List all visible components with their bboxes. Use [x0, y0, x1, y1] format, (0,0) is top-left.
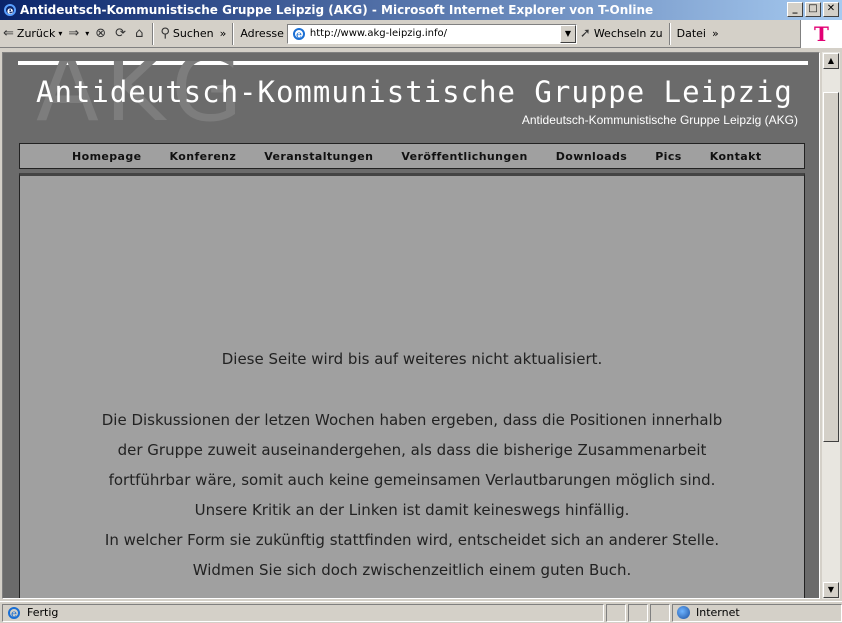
- content-line: der Gruppe zuweit auseinandergehen, als …: [117, 441, 707, 459]
- toolbar-separator: [152, 22, 155, 45]
- nav-downloads[interactable]: Downloads: [556, 150, 627, 163]
- go-label: Wechseln zu: [593, 27, 663, 40]
- minimize-button[interactable]: _: [787, 2, 803, 17]
- status-bar: e Fertig Internet: [0, 601, 842, 623]
- menu-chevron[interactable]: »: [709, 22, 722, 46]
- maximize-button[interactable]: □: [805, 2, 821, 17]
- page-status-icon: e: [8, 606, 20, 620]
- window-titlebar: e Antideutsch-Kommunistische Gruppe Leip…: [0, 0, 842, 20]
- back-label: Zurück: [16, 27, 56, 40]
- content-panel: Diese Seite wird bis auf weiteres nicht …: [19, 173, 805, 598]
- address-dropdown-icon[interactable]: ▼: [559, 24, 576, 43]
- svg-text:e: e: [7, 6, 13, 17]
- stop-icon: ⊗: [95, 26, 107, 41]
- go-arrow-icon: ➚: [579, 26, 591, 41]
- svg-text:e: e: [296, 30, 302, 41]
- nav-veroeffentlichungen[interactable]: Veröffentlichungen: [401, 150, 527, 163]
- scroll-down-icon[interactable]: ▼: [823, 582, 839, 598]
- toolbar-chevron[interactable]: »: [217, 22, 230, 46]
- address-field[interactable]: e http://www.akg-leipzig.info/ ▼: [286, 23, 577, 44]
- refresh-icon: ⟳: [115, 26, 127, 41]
- site-header: AKG Antideutsch-Kommunistische Gruppe Le…: [18, 61, 808, 141]
- t-online-logo: T: [800, 20, 842, 48]
- back-arrow-icon: ⇐: [3, 26, 14, 41]
- toolbar-separator: [232, 22, 235, 45]
- nav-veranstaltungen[interactable]: Veranstaltungen: [264, 150, 373, 163]
- status-main: e Fertig: [2, 603, 604, 622]
- refresh-button[interactable]: ⟳: [112, 22, 132, 46]
- page-viewport: AKG Antideutsch-Kommunistische Gruppe Le…: [2, 52, 820, 599]
- page-icon: e: [292, 27, 305, 41]
- nav-kontakt[interactable]: Kontakt: [710, 150, 762, 163]
- back-button[interactable]: ⇐ Zurück ▾: [0, 22, 65, 46]
- scroll-up-icon[interactable]: ▲: [823, 53, 839, 69]
- nav-homepage[interactable]: Homepage: [72, 150, 142, 163]
- address-url: http://www.akg-leipzig.info/: [309, 28, 447, 39]
- status-cell: [628, 603, 648, 622]
- content-line: Unsere Kritik an der Linken ist damit ke…: [194, 501, 630, 519]
- nav-konferenz[interactable]: Konferenz: [170, 150, 237, 163]
- site-title: Antideutsch-Kommunistische Gruppe Leipzi…: [36, 75, 793, 109]
- nav-pics[interactable]: Pics: [655, 150, 682, 163]
- ie-icon: e: [4, 4, 16, 17]
- file-menu[interactable]: Datei: [674, 22, 709, 46]
- zone-label: Internet: [696, 606, 740, 619]
- notice-text: Diese Seite wird bis auf weiteres nicht …: [221, 350, 603, 368]
- home-button[interactable]: ⌂: [132, 22, 149, 46]
- search-button[interactable]: ⚲ Suchen: [157, 22, 216, 46]
- stop-button[interactable]: ⊗: [92, 22, 112, 46]
- forward-button[interactable]: ⇒ ▾: [65, 22, 92, 46]
- go-button[interactable]: ➚ Wechseln zu: [577, 22, 666, 46]
- toolbar-separator: [668, 22, 671, 45]
- file-menu-label: Datei: [676, 27, 706, 40]
- status-cell: [650, 603, 670, 622]
- window-controls: _ □ ✕: [785, 2, 839, 17]
- search-label: Suchen: [172, 27, 214, 40]
- window-title: Antideutsch-Kommunistische Gruppe Leipzi…: [20, 3, 654, 17]
- home-icon: ⌂: [135, 26, 144, 41]
- vertical-scrollbar[interactable]: ▲ ▼: [822, 52, 840, 599]
- content-line: In welcher Form sie zukünftig stattfinde…: [104, 531, 720, 549]
- status-text: Fertig: [27, 606, 59, 619]
- site-subtitle: Antideutsch-Kommunistische Gruppe Leipzi…: [521, 113, 798, 127]
- dropdown-arrow-icon: ▾: [85, 29, 90, 38]
- content-line: Widmen Sie sich doch zwischenzeitlich ei…: [192, 561, 632, 579]
- content-line: fortführbar wäre, somit auch keine gemei…: [108, 471, 716, 489]
- site-nav: Homepage Konferenz Veranstaltungen Veröf…: [19, 143, 805, 169]
- scroll-thumb[interactable]: [823, 92, 839, 442]
- security-zone: Internet: [672, 603, 842, 622]
- browser-toolbar: ⇐ Zurück ▾ ⇒ ▾ ⊗ ⟳ ⌂ ⚲ Suchen » Adresse e ht…: [0, 20, 842, 48]
- dropdown-arrow-icon: ▾: [58, 29, 63, 38]
- globe-icon: [677, 606, 690, 619]
- content-line: Die Diskussionen der letzen Wochen haben…: [101, 411, 723, 429]
- svg-text:e: e: [11, 609, 17, 620]
- status-cell: [606, 603, 626, 622]
- address-label: Adresse: [240, 27, 284, 40]
- forward-arrow-icon: ⇒: [68, 26, 80, 41]
- search-icon: ⚲: [160, 26, 170, 41]
- close-button[interactable]: ✕: [823, 2, 839, 17]
